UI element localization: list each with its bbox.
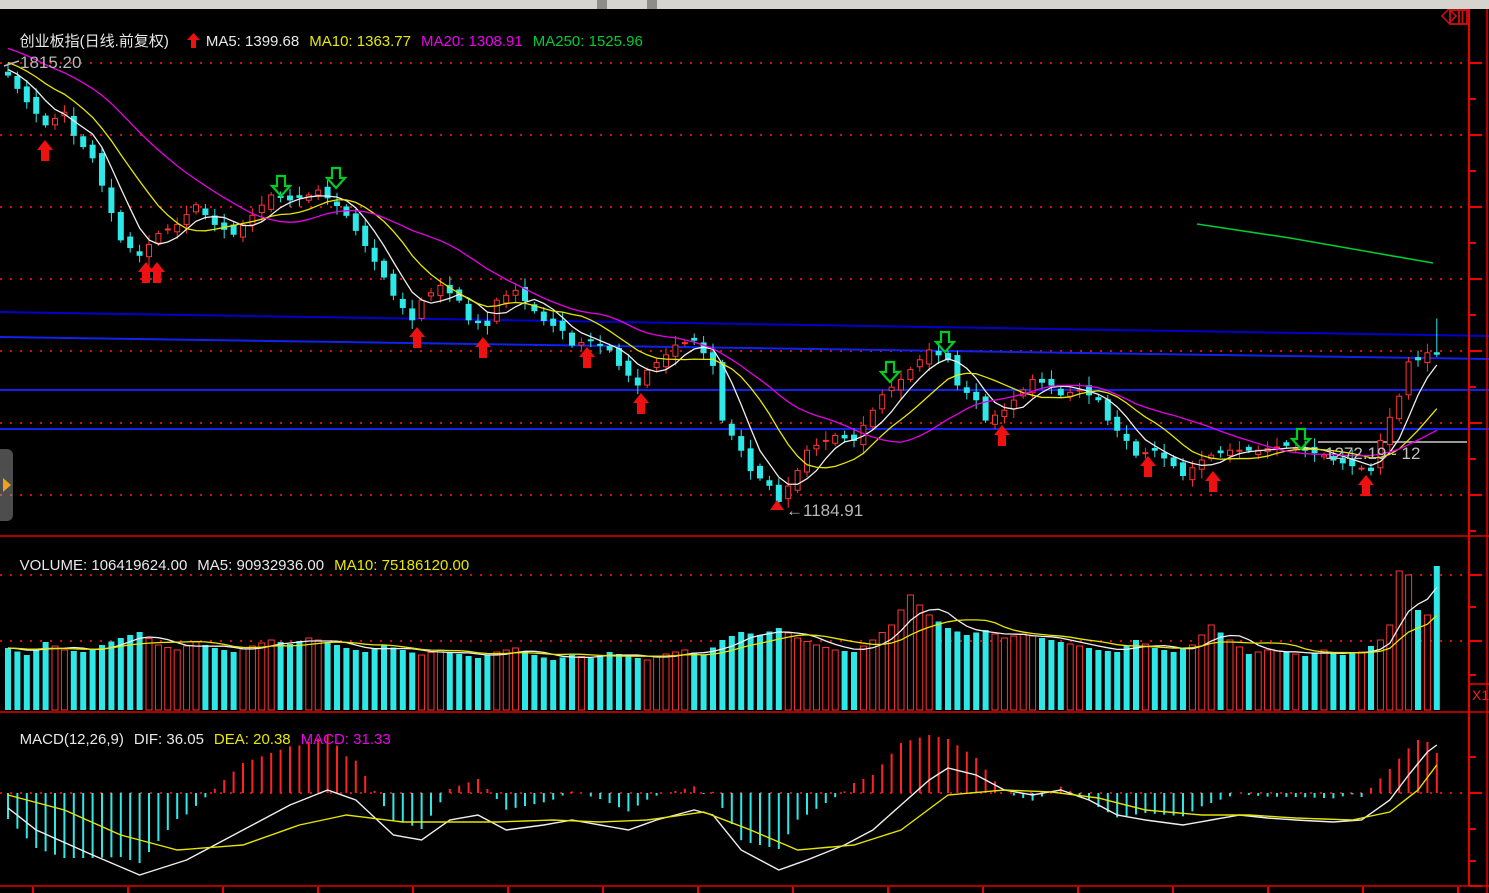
low-price-label: ←1184.91 <box>786 501 863 521</box>
ma250-value: MA250: 1525.96 <box>533 33 643 50</box>
macd-params: MACD(12,26,9) <box>20 731 124 748</box>
x1-scale-label: X1 <box>1472 687 1489 703</box>
icon-row-canvas <box>1425 9 1471 27</box>
macd-value: MACD: 31.33 <box>301 731 391 748</box>
dif-value: DIF: 36.05 <box>134 731 204 748</box>
main-pane-header: 创业板指(日线.前复权) MA5: 1399.68 MA10: 1363.77 MA2… <box>3 13 653 68</box>
ma20-value: MA20: 1308.91 <box>421 33 523 50</box>
volume-pane-header: VOLUME: 106419624.00 MA5: 90932936.00 MA10… <box>3 540 479 591</box>
dea-value: DEA: 20.38 <box>214 731 291 748</box>
trend-up-icon <box>187 33 200 48</box>
trendline-range-tooltip: 1272.19 - 12 <box>1325 444 1420 464</box>
ma5-value: MA5: 1399.68 <box>206 33 299 50</box>
expand-arrow-icon <box>3 478 11 492</box>
main-price-pane[interactable] <box>0 48 1489 510</box>
volume-ma5-value: MA5: 90932936.00 <box>197 557 324 574</box>
sidebar-expand-tab[interactable] <box>0 449 13 521</box>
ma10-value: MA10: 1363.77 <box>309 33 411 50</box>
diamond-icon[interactable] <box>1442 9 1456 23</box>
instrument-title: 创业板指(日线.前复权) <box>20 33 169 50</box>
volume-value: VOLUME: 106419624.00 <box>20 557 188 574</box>
trading-app-window: 创业板指(日线.前复权) MA5: 1399.68 MA10: 1363.77 MA2… <box>0 0 1489 893</box>
macd-pane-header: MACD(12,26,9) DIF: 36.05 DEA: 20.38 MACD: 3… <box>3 714 401 765</box>
high-price-label: 1815.20 <box>20 53 81 73</box>
volume-ma10-value: MA10: 75186120.00 <box>334 557 469 574</box>
chart-toolbar-icons <box>1425 9 1471 32</box>
